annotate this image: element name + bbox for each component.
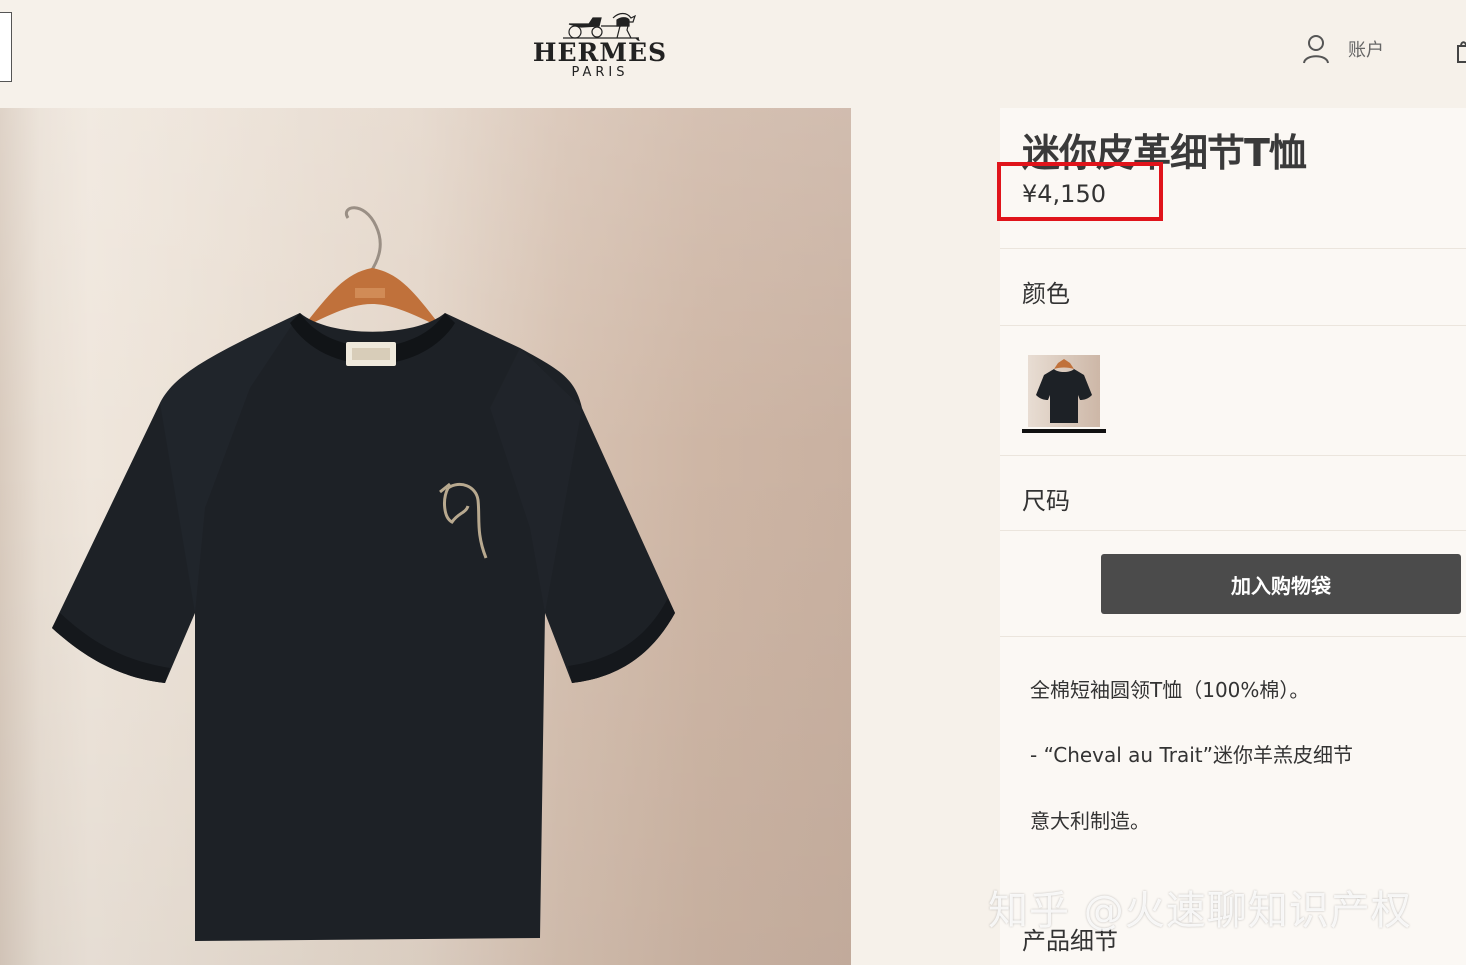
hermes-logo[interactable]: HERMÈS PARIS [530, 8, 670, 88]
size-label[interactable]: 尺码 [1022, 481, 1070, 516]
site-header: HERMÈS PARIS 账户 [0, 0, 1466, 108]
product-detail-panel: 迷你皮革细节T恤 ¥4,150 颜色 尺码 加入购物袋 全棉短袖圆领T恤（100… [997, 108, 1466, 965]
description-line: 意大利制造。 [1030, 809, 1150, 833]
brand-city: PARIS [571, 65, 629, 80]
divider [1000, 455, 1466, 456]
tshirt-photo [52, 206, 675, 941]
description-line: - “Cheval au Trait”迷你羊羔皮细节 [1030, 743, 1353, 767]
product-price: ¥4,150 [1022, 180, 1106, 208]
swatch-tshirt-thumbnail [1036, 359, 1092, 423]
product-image[interactable] [0, 108, 851, 965]
carriage-logo-icon [563, 12, 639, 39]
selected-swatch-indicator [1022, 429, 1106, 433]
divider [1000, 636, 1466, 637]
user-icon [1303, 35, 1329, 64]
brand-name: HERMÈS [532, 38, 668, 67]
watermark-text: 知乎 @火速聊知识产权 [988, 888, 1412, 934]
add-to-bag-button[interactable]: 加入购物袋 [1101, 554, 1461, 614]
bag-icon[interactable] [1456, 38, 1466, 64]
color-label: 颜色 [1022, 280, 1070, 308]
divider [1000, 530, 1466, 531]
description-line: 全棉短袖圆领T恤（100%棉）。 [1030, 678, 1310, 702]
divider [1000, 248, 1466, 249]
account-label: 账户 [1348, 40, 1384, 61]
divider [1000, 325, 1466, 326]
search-input[interactable] [0, 12, 12, 82]
account-link[interactable]: 账户 [1302, 33, 1384, 65]
color-swatch-black[interactable] [1028, 355, 1100, 427]
